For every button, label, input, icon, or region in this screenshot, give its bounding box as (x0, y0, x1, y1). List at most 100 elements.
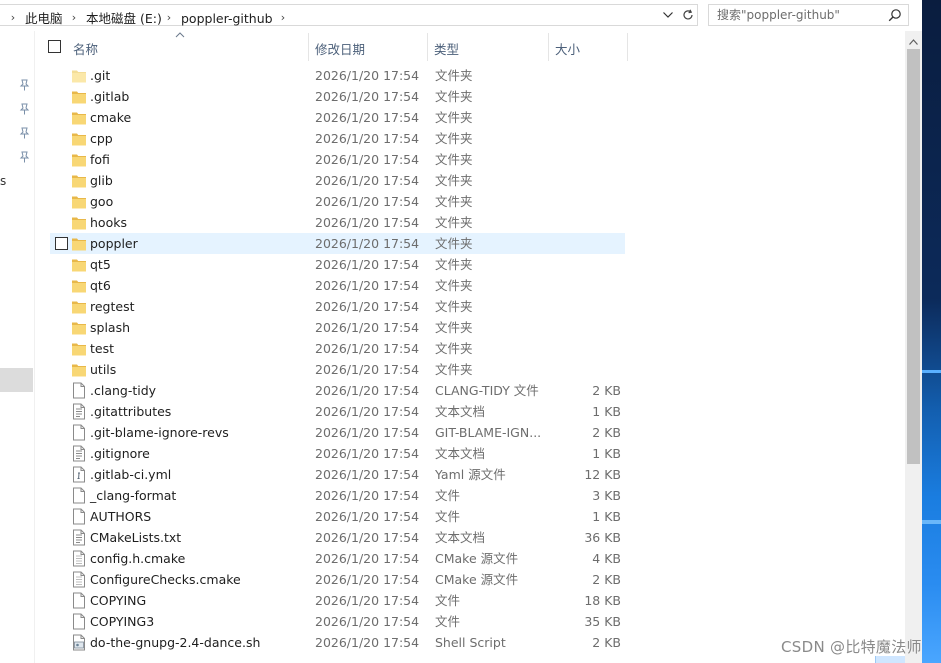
file-name: AUTHORS (90, 509, 152, 524)
select-all-checkbox[interactable] (48, 40, 61, 53)
chevron-right-icon[interactable]: › (278, 10, 288, 26)
file-row[interactable]: poppler 2026/1/20 17:54 文件夹 (50, 233, 625, 254)
chevron-up-icon (909, 38, 918, 45)
scroll-thumb[interactable] (907, 49, 920, 464)
column-header-date[interactable]: 修改日期 (315, 39, 365, 58)
file-row[interactable]: .gitlab 2026/1/20 17:54 文件夹 (50, 86, 625, 107)
folder-icon (71, 235, 87, 252)
nav-item-label-fragment[interactable]: s (0, 174, 6, 188)
file-row[interactable]: .clang-tidy 2026/1/20 17:54 CLANG-TIDY 文件 2… (50, 380, 625, 401)
file-name: .gitlab (90, 89, 130, 104)
file-row[interactable]: COPYING 2026/1/20 17:54 文件 18 KB (50, 590, 625, 611)
breadcrumb-this-pc[interactable]: 此电脑 (25, 11, 63, 27)
file-type: 文件夹 (435, 131, 473, 146)
file-row[interactable]: config.h.cmake 2026/1/20 17:54 CMake 源文件 4 … (50, 548, 625, 569)
row-checkbox[interactable] (55, 237, 68, 250)
file-name: utils (90, 362, 117, 377)
column-header-type[interactable]: 类型 (434, 39, 459, 58)
vertical-scrollbar[interactable] (905, 31, 922, 663)
file-row[interactable]: splash 2026/1/20 17:54 文件夹 (50, 317, 625, 338)
file-row[interactable]: .gitattributes 2026/1/20 17:54 文本文档 1 KB (50, 401, 625, 422)
folder-icon (71, 256, 87, 273)
column-header-size[interactable]: 大小 (555, 39, 580, 58)
address-history-dropdown[interactable] (659, 6, 677, 24)
file-date-modified: 2026/1/20 17:54 (315, 614, 420, 629)
file-date-modified: 2026/1/20 17:54 (315, 215, 420, 230)
file-size: 18 KB (584, 593, 621, 608)
status-bar-view-toggle[interactable] (875, 656, 905, 663)
pin-icon[interactable] (19, 151, 30, 163)
column-divider[interactable] (308, 33, 309, 61)
file-name: .git-blame-ignore-revs (90, 425, 229, 440)
file-name: CMakeLists.txt (90, 530, 182, 545)
search-icon[interactable] (888, 8, 902, 22)
chevron-right-icon[interactable]: › (69, 10, 79, 26)
file-type: CLANG-TIDY 文件 (435, 383, 539, 398)
file-row[interactable]: .git-blame-ignore-revs 2026/1/20 17:54 GIT… (50, 422, 625, 443)
file-name: hooks (90, 215, 127, 230)
folder-icon (71, 88, 87, 105)
folder-icon (71, 130, 87, 147)
file-row[interactable]: hooks 2026/1/20 17:54 文件夹 (50, 212, 625, 233)
file-name: splash (90, 320, 131, 335)
address-bar[interactable]: › 此电脑 › 本地磁盘 (E:) › poppler-github › (0, 4, 698, 26)
pin-icon[interactable] (19, 127, 30, 139)
column-divider[interactable] (427, 33, 428, 61)
breadcrumb-local-disk[interactable]: 本地磁盘 (E:) (86, 11, 162, 27)
file-row[interactable]: qt6 2026/1/20 17:54 文件夹 (50, 275, 625, 296)
column-divider[interactable] (627, 33, 628, 61)
file-date-modified: 2026/1/20 17:54 (315, 89, 420, 104)
file-type: 文件 (435, 614, 461, 629)
file-row[interactable]: CMakeLists.txt 2026/1/20 17:54 文本文档 36 KB (50, 527, 625, 548)
file-row[interactable]: cmake 2026/1/20 17:54 文件夹 (50, 107, 625, 128)
breadcrumb-poppler-github[interactable]: poppler-github (181, 11, 273, 27)
file-date-modified: 2026/1/20 17:54 (315, 362, 420, 377)
file-row[interactable]: COPYING3 2026/1/20 17:54 文件 35 KB (50, 611, 625, 632)
file-row[interactable]: regtest 2026/1/20 17:54 文件夹 (50, 296, 625, 317)
search-box[interactable] (708, 4, 909, 26)
file-icon (71, 424, 87, 441)
chevron-right-icon[interactable]: › (8, 10, 18, 26)
file-date-modified: 2026/1/20 17:54 (315, 152, 420, 167)
file-size: 36 KB (584, 530, 621, 545)
file-type: 文件夹 (435, 236, 473, 251)
file-size: 1 KB (592, 404, 621, 419)
file-row[interactable]: glib 2026/1/20 17:54 文件夹 (50, 170, 625, 191)
chevron-right-icon[interactable]: › (164, 10, 174, 26)
file-type: 文件夹 (435, 89, 473, 104)
file-date-modified: 2026/1/20 17:54 (315, 530, 420, 545)
column-header-name[interactable]: 名称 (73, 39, 98, 58)
scroll-up-button[interactable] (905, 33, 922, 50)
pin-icon[interactable] (19, 103, 30, 115)
folder-icon (71, 361, 87, 378)
file-row[interactable]: cpp 2026/1/20 17:54 文件夹 (50, 128, 625, 149)
file-row[interactable]: _clang-format 2026/1/20 17:54 文件 3 KB (50, 485, 625, 506)
wallpaper-light-streak (922, 370, 941, 373)
file-row[interactable]: fofi 2026/1/20 17:54 文件夹 (50, 149, 625, 170)
file-row[interactable]: .gitlab-ci.yml 2026/1/20 17:54 Yaml 源文件 12 … (50, 464, 625, 485)
file-date-modified: 2026/1/20 17:54 (315, 341, 420, 356)
pin-icon[interactable] (19, 79, 30, 91)
file-date-modified: 2026/1/20 17:54 (315, 320, 420, 335)
file-type: 文件 (435, 509, 461, 524)
file-row[interactable]: .gitignore 2026/1/20 17:54 文本文档 1 KB (50, 443, 625, 464)
file-type: 文件夹 (435, 257, 473, 272)
file-date-modified: 2026/1/20 17:54 (315, 572, 420, 587)
file-row[interactable]: do-the-gnupg-2.4-dance.sh 2026/1/20 17:54… (50, 632, 625, 653)
file-row[interactable]: AUTHORS 2026/1/20 17:54 文件 1 KB (50, 506, 625, 527)
column-header-row: 名称 修改日期 类型 大小 (35, 31, 905, 61)
file-row[interactable]: goo 2026/1/20 17:54 文件夹 (50, 191, 625, 212)
file-row[interactable]: utils 2026/1/20 17:54 文件夹 (50, 359, 625, 380)
file-row[interactable]: ConfigureChecks.cmake 2026/1/20 17:54 CMak… (50, 569, 625, 590)
file-row[interactable]: test 2026/1/20 17:54 文件夹 (50, 338, 625, 359)
file-row[interactable]: .git 2026/1/20 17:54 文件夹 (50, 65, 625, 86)
nav-item-selected[interactable] (0, 368, 33, 392)
column-divider[interactable] (548, 33, 549, 61)
file-name: COPYING (90, 593, 147, 608)
file-type: 文本文档 (435, 530, 486, 545)
file-row[interactable]: qt5 2026/1/20 17:54 文件夹 (50, 254, 625, 275)
search-input[interactable] (717, 7, 882, 23)
refresh-button[interactable] (679, 6, 697, 24)
file-icon (71, 487, 87, 504)
file-type: Shell Script (435, 635, 506, 650)
